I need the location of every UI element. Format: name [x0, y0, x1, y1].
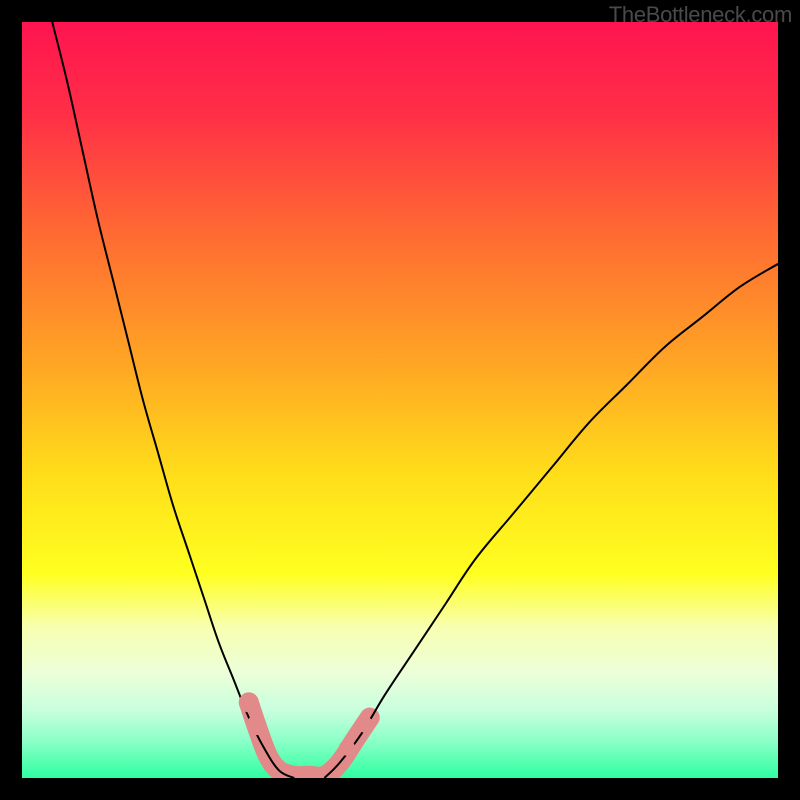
curve-marker: [358, 717, 374, 733]
curve-marker: [239, 692, 259, 712]
curve-marker: [339, 740, 355, 756]
plot-area: [22, 22, 778, 778]
chart-container: TheBottleneck.com: [0, 0, 800, 800]
background-gradient: [22, 22, 778, 778]
chart-svg: [22, 22, 778, 778]
watermark-text: TheBottleneck.com: [609, 2, 792, 28]
curve-marker: [246, 715, 266, 735]
